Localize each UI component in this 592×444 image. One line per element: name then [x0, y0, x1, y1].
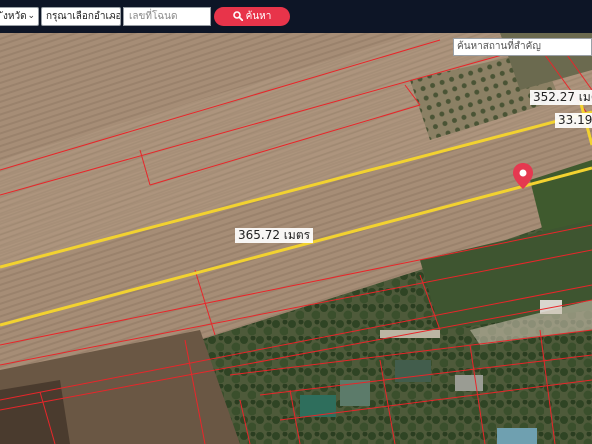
search-button[interactable]: ค้นหา — [214, 7, 290, 26]
place-search-input[interactable]: ค้นหาสถานที่สำคัญ — [453, 38, 592, 56]
chevron-down-icon: ⌄ — [27, 11, 35, 21]
top-toolbar: ังหวัด ⌄ กรุณาเลือกอำเภอ ⌄ เลขที่โฉนด ค้… — [0, 0, 592, 33]
deed-number-input[interactable]: เลขที่โฉนด — [123, 7, 211, 26]
province-select[interactable]: ังหวัด ⌄ — [0, 7, 39, 26]
search-icon — [232, 11, 243, 22]
long-side-measurement: 365.72 เมตร — [235, 228, 314, 243]
search-button-label: ค้นหา — [245, 11, 272, 22]
district-select[interactable]: กรุณาเลือกอำเภอ ⌄ — [41, 7, 121, 26]
province-select-value: ังหวัด — [3, 11, 27, 22]
chevron-down-icon: ⌄ — [109, 11, 117, 21]
top-side-measurement: 352.27 เมต — [530, 90, 592, 105]
satellite-map[interactable]: 352.27 เมต 33.19 365.72 เมตร — [0, 33, 592, 444]
location-marker-icon[interactable] — [512, 162, 534, 190]
place-search-placeholder: ค้นหาสถานที่สำคัญ — [457, 41, 541, 52]
deed-number-placeholder: เลขที่โฉนด — [129, 11, 178, 22]
short-side-measurement: 33.19 — [555, 113, 592, 128]
